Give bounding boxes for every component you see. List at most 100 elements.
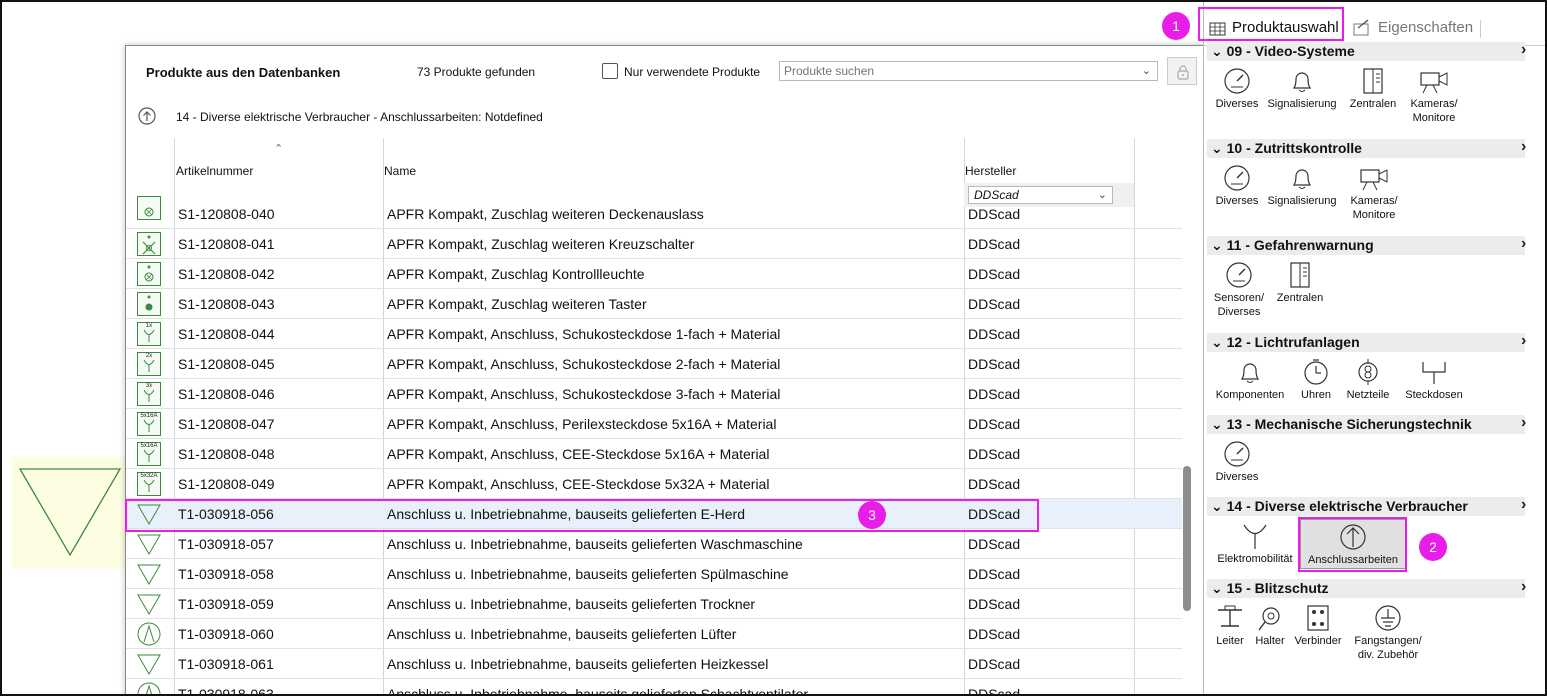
chevron-right-icon[interactable]: › [1521, 578, 1526, 596]
green-cross-switch-icon [137, 232, 161, 256]
symbol-box [137, 196, 161, 220]
item-label: Monitore [1352, 209, 1396, 221]
item-zentralen[interactable]: Zentralen [1272, 261, 1328, 305]
symbol-box: 5x16A [137, 442, 161, 466]
item-komponenten[interactable]: Komponenten [1210, 358, 1290, 402]
chevron-right-icon[interactable]: › [1521, 235, 1526, 253]
chevron-right-icon[interactable]: › [1521, 138, 1526, 156]
manufacturer: DDScad [968, 566, 1021, 582]
item-uhren[interactable]: Uhren [1292, 358, 1340, 402]
product-name: APFR Kompakt, Anschluss, CEE-Steckdose 5… [387, 446, 770, 462]
item-signalisierung[interactable]: Signalisierung [1264, 164, 1340, 208]
section-title: 14 - Diverse elektrische Verbraucher [1226, 498, 1468, 514]
column-manufacturer[interactable]: Hersteller [965, 164, 1016, 178]
manufacturer: DDScad [968, 596, 1021, 612]
lock-button[interactable] [1167, 57, 1197, 85]
item-diverses[interactable]: Diverses [1212, 67, 1262, 111]
product-dialog: Produkte aus den Datenbanken 73 Produkte… [125, 45, 1205, 694]
table-row[interactable]: T1-030918-060 Anschluss u. Inbetriebnahm… [126, 619, 1182, 649]
table-row[interactable]: 3x S1-120808-046 APFR Kompakt, Anschluss… [126, 379, 1182, 409]
triangle-icon [137, 594, 161, 615]
item-label: Zentralen [1276, 292, 1324, 304]
table-row[interactable]: S1-120808-041 APFR Kompakt, Zuschlag wei… [126, 229, 1182, 259]
table-row[interactable]: 5x16A S1-120808-047 APFR Kompakt, Anschl… [126, 409, 1182, 439]
product-name: Anschluss u. Inbetriebnahme, bauseits ge… [387, 596, 756, 612]
item-diverses[interactable]: Diverses [1212, 440, 1262, 484]
section-header[interactable]: ⌄ 15 - Blitzschutz [1207, 579, 1525, 598]
green-socket-icon: 5x16A [137, 442, 161, 466]
item-label: Netzteile [1346, 389, 1390, 401]
product-name: APFR Kompakt, Zuschlag weiteren Taster [387, 296, 647, 312]
item-signalisierung[interactable]: Signalisierung [1264, 67, 1340, 111]
section-header[interactable]: ⌄ 12 - Lichtrufanlagen [1207, 333, 1525, 352]
product-name: APFR Kompakt, Anschluss, Schukosteckdose… [387, 326, 781, 342]
item-netzteile[interactable]: Netzteile [1338, 358, 1398, 402]
chevron-right-icon[interactable]: › [1521, 496, 1526, 514]
chevron-down-icon[interactable]: ⌄ [1142, 64, 1151, 77]
table-row[interactable]: T1-030918-057 Anschluss u. Inbetriebnahm… [126, 529, 1182, 559]
section-header[interactable]: ⌄ 09 - Video-Systeme [1207, 42, 1525, 61]
product-name: Anschluss u. Inbetriebnahme, bauseits ge… [387, 536, 803, 552]
item-leiter[interactable]: Leiter [1210, 604, 1250, 648]
connector-icon [1307, 605, 1329, 631]
table-row[interactable]: 5x32A S1-120808-049 APFR Kompakt, Anschl… [126, 469, 1182, 499]
annotation-badge: 1 [1162, 12, 1190, 40]
symbol-box [137, 262, 161, 286]
chevron-right-icon[interactable]: › [1521, 414, 1526, 432]
item-steckdosen[interactable]: Steckdosen [1398, 358, 1470, 402]
item-sensoren-diverses[interactable]: Sensoren/ Diverses [1212, 261, 1266, 319]
table-row[interactable]: T1-030918-063 Anschluss u. Inbetriebnahm… [126, 679, 1182, 694]
section-header[interactable]: ⌄ 14 - Diverse elektrische Verbraucher [1207, 497, 1525, 516]
column-article[interactable]: Artikelnummer [176, 164, 253, 178]
product-search-input[interactable] [780, 62, 1130, 80]
manufacturer: DDScad [968, 656, 1021, 672]
item-fangstangen-zubehoer[interactable]: Fangstangen/ div. Zubehör [1346, 604, 1430, 662]
clock-icon [1304, 359, 1328, 385]
table-row[interactable]: 5x16A S1-120808-048 APFR Kompakt, Anschl… [126, 439, 1182, 469]
fan-icon [137, 682, 161, 694]
section-header[interactable]: ⌄ 11 - Gefahrenwarnung [1207, 236, 1525, 255]
table-row[interactable]: T1-030918-058 Anschluss u. Inbetriebnahm… [126, 559, 1182, 589]
table-row[interactable]: T1-030918-061 Anschluss u. Inbetriebnahm… [126, 649, 1182, 679]
column-name[interactable]: Name [384, 164, 416, 178]
article-number: T1-030918-060 [178, 626, 274, 642]
only-used-label: Nur verwendete Produkte [624, 65, 761, 79]
item-verbinder[interactable]: Verbinder [1290, 604, 1346, 648]
chevron-right-icon[interactable]: › [1521, 41, 1526, 59]
navigate-up-icon[interactable] [138, 107, 156, 125]
item-kameras-monitore[interactable]: Kameras/ Monitore [1404, 67, 1464, 125]
ground-icon [1375, 605, 1401, 631]
gauge-icon [1224, 165, 1250, 191]
ev-connector-icon [1243, 524, 1267, 549]
only-used-checkbox[interactable] [602, 63, 618, 79]
table-row[interactable]: S1-120808-042 APFR Kompakt, Zuschlag Kon… [126, 259, 1182, 289]
chevron-right-icon[interactable]: › [1521, 332, 1526, 350]
item-label: Leiter [1216, 635, 1244, 647]
table-row[interactable]: S1-120808-040 APFR Kompakt, Zuschlag wei… [126, 196, 1182, 229]
section-header[interactable]: ⌄ 10 - Zutrittskontrolle [1207, 139, 1525, 158]
symbol-box: 2x [137, 352, 161, 376]
control-panel-icon [1363, 68, 1383, 94]
vertical-scrollbar[interactable] [1183, 466, 1191, 611]
item-halter[interactable]: Halter [1250, 604, 1290, 648]
table-row[interactable]: 1x S1-120808-044 APFR Kompakt, Anschluss… [126, 319, 1182, 349]
item-label: Zentralen [1349, 98, 1397, 110]
item-label: Diverses [1215, 471, 1259, 483]
sort-ascending-icon[interactable]: ⌃ [274, 142, 283, 155]
item-elektromobilitaet[interactable]: Elektromobilität [1210, 522, 1300, 566]
article-number: S1-120808-041 [178, 236, 275, 252]
product-search-box[interactable]: ⌄ [779, 61, 1158, 81]
dialog-title: Produkte aus den Datenbanken [146, 65, 341, 80]
section-header[interactable]: ⌄ 13 - Mechanische Sicherungstechnik [1207, 415, 1525, 434]
table-row[interactable]: T1-030918-059 Anschluss u. Inbetriebnahm… [126, 589, 1182, 619]
control-panel-icon [1290, 262, 1310, 288]
table-row[interactable]: S1-120808-043 APFR Kompakt, Zuschlag wei… [126, 289, 1182, 319]
article-number: T1-030918-061 [178, 656, 274, 672]
table-row[interactable]: 2x S1-120808-045 APFR Kompakt, Anschluss… [126, 349, 1182, 379]
item-zentralen[interactable]: Zentralen [1344, 67, 1402, 111]
manufacturer: DDScad [968, 356, 1021, 372]
item-kameras-monitore[interactable]: Kameras/ Monitore [1344, 164, 1404, 222]
manufacturer: DDScad [968, 416, 1021, 432]
item-diverses[interactable]: Diverses [1212, 164, 1262, 208]
camera-icon [1420, 72, 1448, 94]
